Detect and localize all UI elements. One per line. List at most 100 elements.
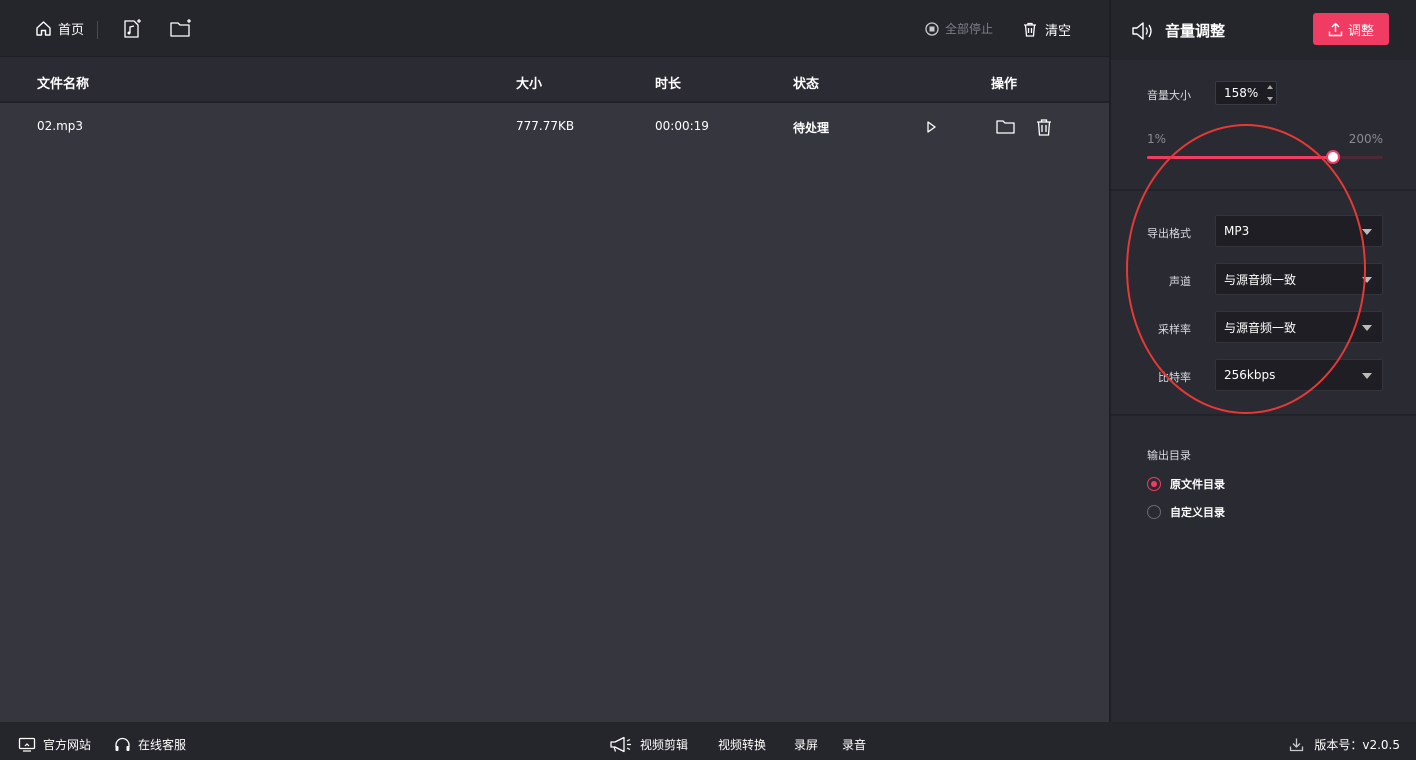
file-status: 待处理 <box>793 121 830 135</box>
export-format-label: 导出格式 <box>1147 227 1191 240</box>
sample-rate-value: 与源音频一致 <box>1224 320 1297 335</box>
top-toolbar: 首页 全部停止 清空 <box>0 0 1110 57</box>
chevron-down-icon <box>1362 229 1372 235</box>
trash-icon <box>1023 22 1037 37</box>
volume-slider[interactable] <box>1147 150 1383 164</box>
bitrate-value: 256kbps <box>1224 368 1276 382</box>
open-folder-button[interactable] <box>995 117 1015 137</box>
section-divider <box>1111 189 1416 191</box>
file-name: 02.mp3 <box>37 119 84 133</box>
screen-record-label: 录屏 <box>794 738 819 752</box>
chevron-down-icon <box>1362 277 1372 283</box>
panel-title: 音量调整 <box>1131 20 1225 41</box>
official-website-link[interactable]: 官方网站 <box>18 736 91 753</box>
video-convert-link[interactable]: 视频转换 <box>718 736 766 753</box>
footer-bar: 官方网站 在线客服 视频剪辑 视频转换 录屏 录音 版本号：v2.0.5 <box>0 722 1416 760</box>
download-icon[interactable] <box>1289 737 1304 752</box>
audio-record-link[interactable]: 录音 <box>842 736 866 753</box>
column-header-filename: 文件名称 <box>37 77 90 92</box>
stepper-up-icon[interactable] <box>1267 85 1273 89</box>
radio-custom-dir-label: 自定义目录 <box>1170 506 1225 519</box>
bitrate-select[interactable]: 256kbps <box>1215 359 1383 391</box>
radio-unselected-icon[interactable] <box>1147 505 1161 519</box>
apply-adjust-button[interactable]: 调整 <box>1313 13 1389 45</box>
channel-select[interactable]: 与源音频一致 <box>1215 263 1383 295</box>
folder-icon <box>996 120 1015 134</box>
stop-icon <box>925 21 939 36</box>
trash-icon <box>1037 119 1051 136</box>
file-size: 777.77KB <box>516 119 575 133</box>
add-audio-file-button[interactable] <box>121 18 143 40</box>
radio-original-dir-label: 原文件目录 <box>1170 478 1225 491</box>
radio-original-dir[interactable]: 原文件目录 <box>1147 476 1225 492</box>
apply-adjust-label: 调整 <box>1347 23 1374 39</box>
add-folder-icon <box>170 19 191 37</box>
volume-value: 158% <box>1224 86 1259 100</box>
home-label: 首页 <box>58 23 85 38</box>
export-format-value: MP3 <box>1224 224 1250 238</box>
table-row[interactable]: 02.mp3 777.77KB 00:00:19 待处理 <box>0 103 1110 149</box>
output-dir-label: 输出目录 <box>1147 449 1191 462</box>
online-support-label: 在线客服 <box>138 738 187 752</box>
version-info: 版本号：v2.0.5 <box>1289 736 1400 753</box>
audio-record-label: 录音 <box>842 738 867 752</box>
channel-value: 与源音频一致 <box>1224 272 1297 287</box>
official-website-label: 官方网站 <box>43 738 92 752</box>
clear-label: 清空 <box>1045 24 1072 39</box>
export-format-row: 导出格式 MP3 <box>1111 215 1416 247</box>
megaphone-icon <box>609 736 633 753</box>
export-format-select[interactable]: MP3 <box>1215 215 1383 247</box>
stepper-down-icon[interactable] <box>1267 97 1273 101</box>
volume-panel-body: 音量大小 158% 1% 200% 导出格式 MP3 声道 与源音频一致 采样率… <box>1111 60 1416 722</box>
channel-row: 声道 与源音频一致 <box>1111 263 1416 295</box>
channel-label: 声道 <box>1169 275 1191 288</box>
column-header-size: 大小 <box>516 77 543 92</box>
add-folder-button[interactable] <box>169 18 191 40</box>
radio-custom-dir[interactable]: 自定义目录 <box>1147 504 1225 520</box>
radio-selected-icon[interactable] <box>1147 477 1161 491</box>
headset-icon <box>114 737 131 753</box>
section-divider <box>1111 414 1416 416</box>
file-list: 02.mp3 777.77KB 00:00:19 待处理 <box>0 103 1110 721</box>
stop-all-button[interactable]: 全部停止 <box>925 20 993 37</box>
speaker-icon <box>1131 21 1155 41</box>
sample-rate-row: 采样率 与源音频一致 <box>1111 311 1416 343</box>
sample-rate-select[interactable]: 与源音频一致 <box>1215 311 1383 343</box>
volume-input[interactable]: 158% <box>1215 81 1277 105</box>
chevron-down-icon <box>1362 325 1372 331</box>
upload-icon <box>1328 22 1343 37</box>
bitrate-label: 比特率 <box>1158 371 1191 384</box>
chevron-down-icon <box>1362 373 1372 379</box>
volume-slider-fill <box>1147 156 1334 159</box>
volume-label: 音量大小 <box>1147 89 1191 102</box>
add-audio-file-icon <box>124 19 141 38</box>
bitrate-row: 比特率 256kbps <box>1111 359 1416 391</box>
clear-button[interactable]: 清空 <box>1023 20 1071 39</box>
video-convert-label: 视频转换 <box>718 738 767 752</box>
play-button[interactable] <box>921 117 941 137</box>
column-header-status: 状态 <box>793 77 820 92</box>
screen-record-link[interactable]: 录屏 <box>794 736 818 753</box>
toolbar-divider <box>97 21 98 39</box>
file-duration: 00:00:19 <box>655 119 709 133</box>
play-icon <box>927 121 936 133</box>
video-edit-link[interactable]: 视频剪辑 <box>609 736 688 753</box>
volume-panel-header: 音量调整 调整 <box>1111 0 1416 60</box>
volume-stepper[interactable] <box>1266 85 1274 101</box>
sample-rate-label: 采样率 <box>1158 323 1191 336</box>
delete-file-button[interactable] <box>1034 117 1054 137</box>
column-header-actions: 操作 <box>991 77 1018 92</box>
video-edit-label: 视频剪辑 <box>640 738 689 752</box>
version-label: 版本号：v2.0.5 <box>1314 738 1400 752</box>
stop-all-label: 全部停止 <box>945 22 994 36</box>
panel-title-text: 音量调整 <box>1165 22 1226 40</box>
monitor-icon <box>18 737 36 752</box>
file-table-header: 文件名称 大小 时长 状态 操作 <box>0 57 1110 103</box>
volume-min-label: 1% <box>1147 132 1167 146</box>
column-header-duration: 时长 <box>655 77 682 92</box>
online-support-link[interactable]: 在线客服 <box>114 736 186 753</box>
volume-max-label: 200% <box>1348 132 1383 146</box>
home-icon <box>35 20 52 37</box>
home-button[interactable]: 首页 <box>35 19 84 38</box>
volume-slider-thumb[interactable] <box>1326 150 1341 164</box>
